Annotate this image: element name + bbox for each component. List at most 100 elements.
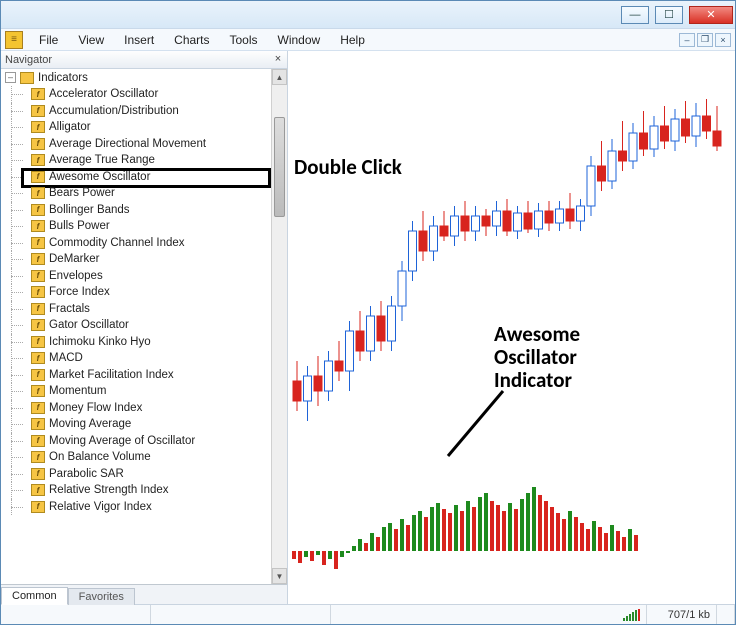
oscillator-bar bbox=[514, 509, 518, 551]
oscillator-bar bbox=[370, 533, 374, 551]
oscillator-bar bbox=[580, 523, 584, 551]
indicator-item[interactable]: fMACD bbox=[1, 350, 271, 367]
tab-common[interactable]: Common bbox=[1, 587, 68, 605]
mdi-close-button[interactable]: × bbox=[715, 33, 731, 47]
indicator-item[interactable]: f Awesome Oscillator bbox=[1, 169, 271, 186]
indicator-item[interactable]: f Fractals bbox=[1, 301, 271, 318]
indicator-item[interactable]: fBears Power bbox=[1, 185, 271, 202]
titlebar: — ☐ ✕ bbox=[1, 1, 735, 29]
tree-root-indicators[interactable]: – Indicators bbox=[1, 69, 271, 86]
indicator-label: Commodity Channel Index bbox=[49, 237, 185, 249]
oscillator-bar bbox=[400, 519, 404, 551]
scroll-down-arrow-icon[interactable]: ▼ bbox=[272, 568, 287, 584]
indicator-icon: f bbox=[31, 171, 45, 183]
indicator-icon: f bbox=[31, 286, 45, 298]
indicator-label: Awesome Oscillator bbox=[49, 171, 150, 183]
indicator-label: On Balance Volume bbox=[49, 451, 151, 463]
mdi-minimize-button[interactable]: – bbox=[679, 33, 695, 47]
navigator-close-button[interactable]: × bbox=[271, 52, 285, 66]
indicator-item[interactable]: fBollinger Bands bbox=[1, 202, 271, 219]
status-cell-1 bbox=[1, 605, 151, 624]
indicator-item[interactable]: fDeMarker bbox=[1, 251, 271, 268]
indicator-label: Market Facilitation Index bbox=[49, 369, 174, 381]
indicator-item[interactable]: fAverage Directional Movement bbox=[1, 136, 271, 153]
indicator-icon: f bbox=[31, 237, 45, 249]
oscillator-bar bbox=[388, 523, 392, 551]
collapse-icon[interactable]: – bbox=[5, 72, 16, 83]
indicator-icon: f bbox=[31, 451, 45, 463]
indicator-icon: f bbox=[31, 319, 45, 331]
menu-tools[interactable]: Tools bbox=[220, 31, 268, 49]
navigator-title: Navigator × bbox=[1, 51, 287, 69]
indicator-label: Accelerator Oscillator bbox=[49, 88, 158, 100]
oscillator-bar bbox=[526, 493, 530, 551]
menu-file[interactable]: File bbox=[29, 31, 68, 49]
oscillator-bar bbox=[460, 511, 464, 551]
maximize-button[interactable]: ☐ bbox=[655, 6, 683, 24]
status-grip bbox=[717, 605, 735, 624]
oscillator-bar bbox=[508, 503, 512, 551]
indicator-icon: f bbox=[31, 402, 45, 414]
indicator-item[interactable]: f Commodity Channel Index bbox=[1, 235, 271, 252]
indicator-icon: f bbox=[31, 154, 45, 166]
oscillator-bar bbox=[496, 505, 500, 551]
indicator-label: Average Directional Movement bbox=[49, 138, 206, 150]
annotation-awesome-oscillator: Awesome Oscillator Indicator bbox=[494, 323, 580, 392]
menu-charts[interactable]: Charts bbox=[164, 31, 219, 49]
oscillator-bar bbox=[592, 521, 596, 551]
indicator-item[interactable]: fGator Oscillator bbox=[1, 317, 271, 334]
chart-area[interactable]: Double Click Awesome Oscillator Indicato… bbox=[288, 51, 735, 604]
indicator-label: Relative Vigor Index bbox=[49, 501, 152, 513]
connection-indicator bbox=[617, 605, 647, 624]
indicator-item[interactable]: fIchimoku Kinko Hyo bbox=[1, 334, 271, 351]
menu-view[interactable]: View bbox=[68, 31, 114, 49]
oscillator-bar bbox=[622, 537, 626, 551]
navigator-title-label: Navigator bbox=[5, 54, 52, 66]
mdi-restore-button[interactable]: ❐ bbox=[697, 33, 713, 47]
indicator-item[interactable]: fMomentum bbox=[1, 383, 271, 400]
oscillator-bar bbox=[610, 525, 614, 551]
indicator-icon: f bbox=[31, 303, 45, 315]
oscillator-bar bbox=[346, 551, 350, 553]
scroll-thumb[interactable] bbox=[274, 117, 285, 217]
indicator-item[interactable]: fAlligator bbox=[1, 119, 271, 136]
indicator-item[interactable]: fMarket Facilitation Index bbox=[1, 367, 271, 384]
indicator-item[interactable]: fParabolic SAR bbox=[1, 466, 271, 483]
oscillator-bar bbox=[382, 527, 386, 551]
indicator-label: Ichimoku Kinko Hyo bbox=[49, 336, 151, 348]
indicator-icon: f bbox=[31, 385, 45, 397]
minimize-button[interactable]: — bbox=[621, 6, 649, 24]
indicator-item[interactable]: fRelative Strength Index bbox=[1, 482, 271, 499]
indicator-label: Envelopes bbox=[49, 270, 103, 282]
close-button[interactable]: ✕ bbox=[689, 6, 733, 24]
indicator-icon: f bbox=[31, 121, 45, 133]
oscillator-bar bbox=[604, 533, 608, 551]
status-transfer: 707/1 kb bbox=[647, 605, 717, 624]
oscillator-bar bbox=[394, 529, 398, 551]
indicator-item[interactable]: fForce Index bbox=[1, 284, 271, 301]
tab-favorites[interactable]: Favorites bbox=[68, 588, 135, 605]
indicator-label: Bollinger Bands bbox=[49, 204, 130, 216]
indicator-item[interactable]: fBulls Power bbox=[1, 218, 271, 235]
indicator-item[interactable]: fMoving Average bbox=[1, 416, 271, 433]
indicator-label: Fractals bbox=[49, 303, 90, 315]
scroll-up-arrow-icon[interactable]: ▲ bbox=[272, 69, 287, 85]
oscillator-bar bbox=[478, 497, 482, 551]
menu-window[interactable]: Window bbox=[268, 31, 331, 49]
menu-insert[interactable]: Insert bbox=[114, 31, 164, 49]
indicator-label: Parabolic SAR bbox=[49, 468, 124, 480]
indicator-item[interactable]: fMoving Average of Oscillator bbox=[1, 433, 271, 450]
indicator-label: Accumulation/Distribution bbox=[49, 105, 179, 117]
oscillator-bar bbox=[340, 551, 344, 557]
app-window: — ☐ ✕ ≡ FileViewInsertChartsToolsWindowH… bbox=[0, 0, 736, 625]
indicator-item[interactable]: f On Balance Volume bbox=[1, 449, 271, 466]
indicator-item[interactable]: fAccelerator Oscillator bbox=[1, 86, 271, 103]
indicator-item[interactable]: fRelative Vigor Index bbox=[1, 499, 271, 516]
menu-help[interactable]: Help bbox=[330, 31, 375, 49]
indicator-item[interactable]: fAccumulation/Distribution bbox=[1, 103, 271, 120]
indicator-item[interactable]: fEnvelopes bbox=[1, 268, 271, 285]
indicator-item[interactable]: fMoney Flow Index bbox=[1, 400, 271, 417]
indicator-item[interactable]: fAverage True Range bbox=[1, 152, 271, 169]
vertical-scrollbar[interactable]: ▲ ▼ bbox=[271, 69, 287, 584]
indicator-tree[interactable]: – Indicators fAccelerator OscillatorfAcc… bbox=[1, 69, 271, 584]
